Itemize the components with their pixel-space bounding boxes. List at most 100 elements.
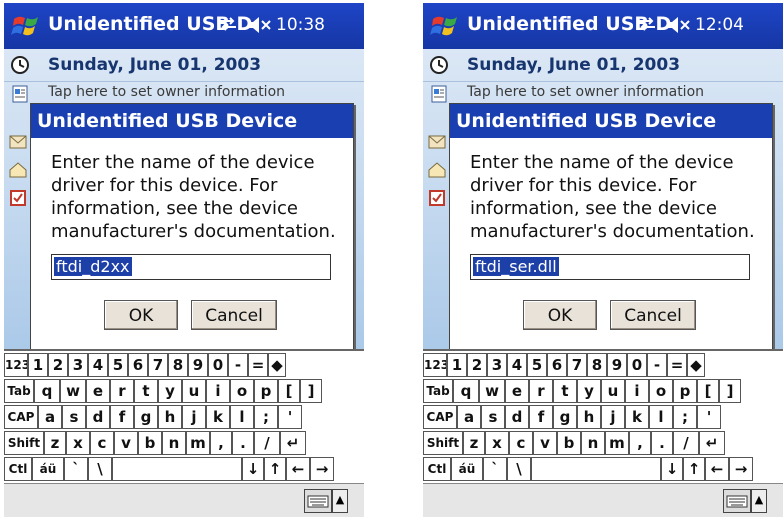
key[interactable]: x (66, 431, 90, 455)
key[interactable]: Tab (423, 379, 453, 403)
key[interactable]: b (138, 431, 162, 455)
key[interactable]: ' (697, 405, 721, 429)
key[interactable]: i (625, 379, 649, 403)
key[interactable]: 123 (423, 353, 447, 377)
key[interactable]: CAP (4, 405, 38, 429)
key[interactable]: z (44, 431, 66, 455)
sync-arrows-icon[interactable] (636, 13, 658, 35)
key[interactable]: = (667, 353, 687, 377)
windows-flag-icon[interactable] (430, 11, 460, 41)
date-row[interactable]: Sunday, June 01, 2003 (4, 49, 364, 82)
key[interactable]: t (553, 379, 577, 403)
key[interactable]: 3 (68, 353, 88, 377)
key[interactable]: k (625, 405, 649, 429)
key[interactable]: 5 (527, 353, 547, 377)
clock-time[interactable]: 10:38 (276, 15, 325, 35)
key[interactable]: Ctl (423, 457, 451, 481)
key[interactable]: k (206, 405, 230, 429)
key[interactable]: l (230, 405, 254, 429)
key[interactable]: d (505, 405, 529, 429)
key[interactable]: j (182, 405, 206, 429)
key[interactable]: ↓ (661, 457, 683, 481)
key[interactable]: 4 (507, 353, 527, 377)
key[interactable]: q (453, 379, 479, 403)
key[interactable]: v (533, 431, 557, 455)
key[interactable]: ◆ (268, 353, 286, 377)
sync-arrows-icon[interactable] (217, 13, 239, 35)
key[interactable]: 9 (607, 353, 627, 377)
key[interactable]: 3 (487, 353, 507, 377)
key[interactable]: = (248, 353, 268, 377)
key[interactable]: , (210, 431, 232, 455)
key[interactable]: → (310, 457, 334, 481)
key[interactable]: t (134, 379, 158, 403)
key[interactable]: Ctl (4, 457, 32, 481)
key[interactable]: áü (32, 457, 64, 481)
key[interactable]: f (110, 405, 134, 429)
key[interactable]: n (581, 431, 605, 455)
key[interactable]: ` (64, 457, 88, 481)
key[interactable]: / (254, 431, 280, 455)
key[interactable]: q (34, 379, 60, 403)
clock-time[interactable]: 12:04 (695, 15, 744, 35)
key[interactable]: ↑ (683, 457, 705, 481)
key[interactable]: ] (300, 379, 322, 403)
key[interactable]: Shift (4, 431, 44, 455)
key[interactable]: ↓ (242, 457, 264, 481)
key[interactable]: . (232, 431, 254, 455)
key[interactable]: 7 (148, 353, 168, 377)
key[interactable]: j (601, 405, 625, 429)
key[interactable]: - (228, 353, 248, 377)
key[interactable]: → (729, 457, 753, 481)
key[interactable]: 2 (48, 353, 68, 377)
driver-name-input[interactable]: ftdi_ser.dll (470, 254, 750, 280)
key[interactable]: [ (278, 379, 300, 403)
key[interactable]: o (230, 379, 254, 403)
key[interactable]: r (529, 379, 553, 403)
key[interactable]: y (158, 379, 182, 403)
key[interactable]: s (481, 405, 505, 429)
key[interactable]: a (457, 405, 481, 429)
key[interactable]: 5 (108, 353, 128, 377)
key[interactable]: CAP (423, 405, 457, 429)
key[interactable]: z (463, 431, 485, 455)
driver-name-input[interactable]: ftdi_d2xx (51, 254, 331, 280)
key[interactable]: e (505, 379, 529, 403)
key[interactable]: [ (697, 379, 719, 403)
key[interactable]: 4 (88, 353, 108, 377)
keyboard-icon[interactable] (723, 489, 751, 513)
key[interactable]: m (605, 431, 629, 455)
key[interactable]: p (254, 379, 278, 403)
key[interactable]: c (90, 431, 114, 455)
key[interactable]: s (62, 405, 86, 429)
key[interactable]: y (577, 379, 601, 403)
key[interactable]: 1 (447, 353, 467, 377)
key[interactable]: g (553, 405, 577, 429)
key[interactable]: ↑ (264, 457, 286, 481)
key[interactable]: r (110, 379, 134, 403)
key[interactable]: ← (286, 457, 310, 481)
key[interactable]: h (158, 405, 182, 429)
up-arrow-icon[interactable]: ▲ (332, 489, 348, 513)
speaker-muted-icon[interactable] (247, 15, 273, 35)
key[interactable]: 0 (627, 353, 647, 377)
key[interactable]: i (206, 379, 230, 403)
date-row[interactable]: Sunday, June 01, 2003 (423, 49, 783, 82)
key[interactable]: ' (278, 405, 302, 429)
key[interactable]: 1 (28, 353, 48, 377)
key[interactable]: h (577, 405, 601, 429)
key[interactable]: ↵ (699, 431, 725, 455)
key[interactable]: \ (507, 457, 531, 481)
key[interactable]: l (649, 405, 673, 429)
key[interactable]: w (479, 379, 505, 403)
speaker-muted-icon[interactable] (666, 15, 692, 35)
key[interactable]: . (651, 431, 673, 455)
key[interactable] (531, 457, 661, 481)
key[interactable]: 7 (567, 353, 587, 377)
keyboard-icon[interactable] (304, 489, 332, 513)
key[interactable]: ← (705, 457, 729, 481)
key[interactable]: 8 (587, 353, 607, 377)
key[interactable]: ` (483, 457, 507, 481)
windows-flag-icon[interactable] (11, 11, 41, 41)
key[interactable]: ↵ (280, 431, 306, 455)
